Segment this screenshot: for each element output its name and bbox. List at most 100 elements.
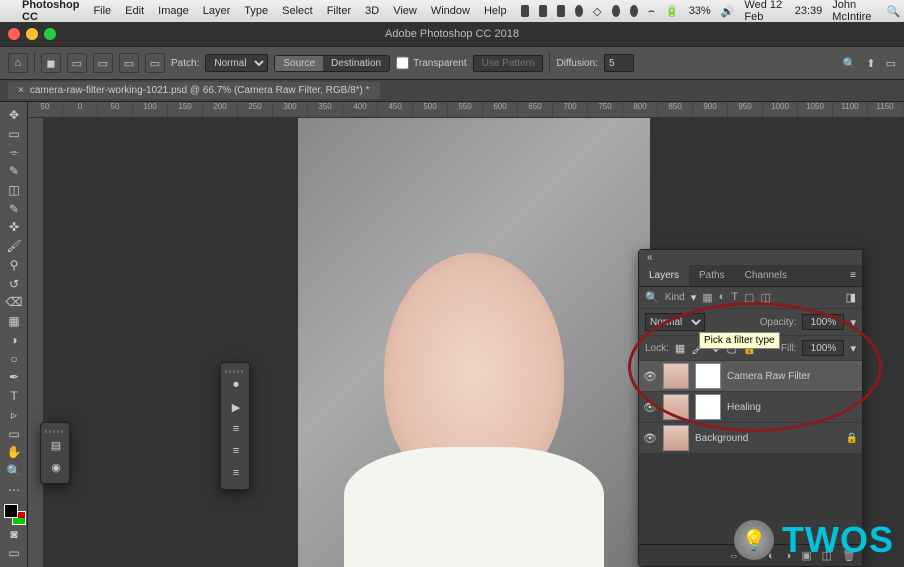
filter-smart-icon[interactable]: ◫ (760, 291, 770, 304)
edit-toolbar[interactable]: ⋯ (2, 481, 26, 499)
filter-toggle-icon[interactable]: ◨ (846, 291, 856, 304)
layer-row[interactable]: 👁 Background 🔒 (639, 423, 862, 454)
pen-tool[interactable]: ✒ (2, 369, 26, 387)
menubar-user[interactable]: John McIntire (832, 0, 877, 23)
menu-edit[interactable]: Edit (125, 5, 144, 17)
panel-icon[interactable]: ◉ (45, 457, 67, 477)
screen-mode-tool[interactable]: ▭ (2, 544, 26, 562)
selection-intersect-icon[interactable]: ▭ (145, 53, 165, 73)
dropdown-icon[interactable]: ▾ (850, 316, 856, 329)
maximize-window-button[interactable] (44, 28, 56, 40)
wifi-icon[interactable]: ⌢ (648, 5, 655, 18)
dodge-tool[interactable]: ○ (2, 350, 26, 368)
blend-mode-select[interactable]: Normal (645, 313, 705, 331)
cc-icon[interactable] (612, 5, 620, 17)
stamp-tool[interactable]: ⚲ (2, 256, 26, 274)
history-brush-tool[interactable]: ↺ (2, 275, 26, 293)
dropbox-icon[interactable]: ◇ (593, 5, 601, 18)
blur-tool[interactable]: ◑ (2, 331, 26, 349)
move-tool[interactable]: ✥ (2, 106, 26, 124)
speaker-icon[interactable]: 🔊 (721, 5, 735, 18)
collapsed-panel-group[interactable]: ⏺ ▶ ≡ ≡ ≡ (220, 362, 250, 490)
menubar-icon[interactable] (539, 5, 547, 17)
use-pattern-button[interactable]: Use Pattern (473, 55, 544, 72)
panel-menu-icon[interactable]: ≡ (844, 265, 862, 286)
menu-3d[interactable]: 3D (365, 5, 379, 17)
visibility-icon[interactable]: 👁 (643, 370, 657, 383)
menu-view[interactable]: View (393, 5, 417, 17)
share-icon[interactable]: ⬆ (866, 57, 875, 70)
shape-tool[interactable]: ▭ (2, 425, 26, 443)
visibility-icon[interactable]: 👁 (643, 401, 657, 414)
home-icon[interactable]: ⌂ (8, 53, 28, 73)
eyedropper-tool[interactable]: ✎ (2, 200, 26, 218)
ruler-horizontal[interactable]: 5005010015020025030035040045050055060065… (28, 102, 904, 118)
filter-adjustment-icon[interactable]: ◐ (719, 291, 726, 304)
layer-name[interactable]: Healing (727, 402, 858, 413)
path-select-tool[interactable]: ▹ (2, 406, 26, 424)
patch-destination-button[interactable]: Destination (323, 56, 389, 71)
menubar-icon[interactable] (575, 5, 583, 17)
search-icon[interactable]: 🔍 (887, 5, 901, 18)
selection-subtract-icon[interactable]: ▭ (119, 53, 139, 73)
selection-add-icon[interactable]: ▭ (93, 53, 113, 73)
brush-tool[interactable]: 🖌 (2, 237, 26, 255)
play-icon[interactable]: ▶ (225, 397, 247, 417)
healing-tool[interactable]: ✜ (2, 219, 26, 237)
layer-thumbnail[interactable] (663, 363, 689, 389)
zoom-tool[interactable]: 🔍 (2, 462, 26, 480)
visibility-icon[interactable]: 👁 (643, 432, 657, 445)
quick-select-tool[interactable]: ✎ (2, 162, 26, 180)
panel-drag-handle[interactable] (45, 427, 65, 435)
layer-name[interactable]: Background (695, 433, 840, 444)
dropdown-icon[interactable]: ▾ (850, 342, 856, 355)
opacity-input[interactable] (802, 314, 844, 330)
transparent-checkbox[interactable] (396, 54, 409, 72)
close-window-button[interactable] (8, 28, 20, 40)
menu-type[interactable]: Type (244, 5, 268, 17)
search-icon[interactable]: 🔍 (843, 57, 857, 70)
layer-row[interactable]: 👁 Camera Raw Filter (639, 361, 862, 392)
fill-input[interactable] (802, 340, 844, 356)
layers-tab[interactable]: Layers (639, 265, 689, 286)
menubar-icon[interactable] (521, 5, 529, 17)
minimize-window-button[interactable] (26, 28, 38, 40)
menubar-icon[interactable] (557, 5, 565, 17)
channels-tab[interactable]: Channels (735, 265, 797, 286)
layer-name[interactable]: Camera Raw Filter (727, 371, 858, 382)
menu-select[interactable]: Select (282, 5, 313, 17)
type-tool[interactable]: T (2, 387, 26, 405)
patch-mode-select[interactable]: Normal (205, 54, 268, 72)
panel-icon[interactable]: ≡ (225, 419, 247, 439)
lasso-tool[interactable]: ⌯ (2, 144, 26, 162)
menu-filter[interactable]: Filter (327, 5, 351, 17)
layer-thumbnail[interactable] (663, 394, 689, 420)
workspace-switcher-icon[interactable]: ▭ (886, 57, 896, 70)
selection-new-icon[interactable]: ▭ (67, 53, 87, 73)
hand-tool[interactable]: ✋ (2, 444, 26, 462)
filter-pixel-icon[interactable]: ▦ (702, 291, 712, 304)
menu-layer[interactable]: Layer (203, 5, 231, 17)
document-tab[interactable]: × camera-raw-filter-working-1021.psd @ 6… (8, 82, 380, 99)
eraser-tool[interactable]: ⌫ (2, 294, 26, 312)
panel-drag-handle[interactable] (225, 367, 245, 375)
crop-tool[interactable]: ◫ (2, 181, 26, 199)
layer-thumbnail[interactable] (663, 425, 689, 451)
patch-source-button[interactable]: Source (275, 56, 323, 71)
filter-shape-icon[interactable]: ▢ (744, 291, 754, 304)
menu-file[interactable]: File (93, 5, 111, 17)
lock-transparent-icon[interactable]: ▦ (675, 342, 685, 355)
battery-icon[interactable]: 🔋 (665, 5, 679, 18)
gradient-tool[interactable]: ▦ (2, 312, 26, 330)
menubar-time[interactable]: 23:39 (795, 5, 823, 17)
dropdown-icon[interactable]: ▾ (691, 291, 697, 304)
filter-type-icon[interactable]: T (731, 291, 738, 304)
layer-mask-thumbnail[interactable] (695, 394, 721, 420)
marquee-tool[interactable]: ▭ (2, 125, 26, 143)
panel-icon[interactable]: ▤ (45, 435, 67, 455)
collapsed-panel-group[interactable]: ▤ ◉ (40, 422, 70, 484)
menu-help[interactable]: Help (484, 5, 507, 17)
cc-icon[interactable] (630, 5, 638, 17)
ruler-vertical[interactable] (28, 118, 44, 567)
layer-mask-thumbnail[interactable] (695, 363, 721, 389)
